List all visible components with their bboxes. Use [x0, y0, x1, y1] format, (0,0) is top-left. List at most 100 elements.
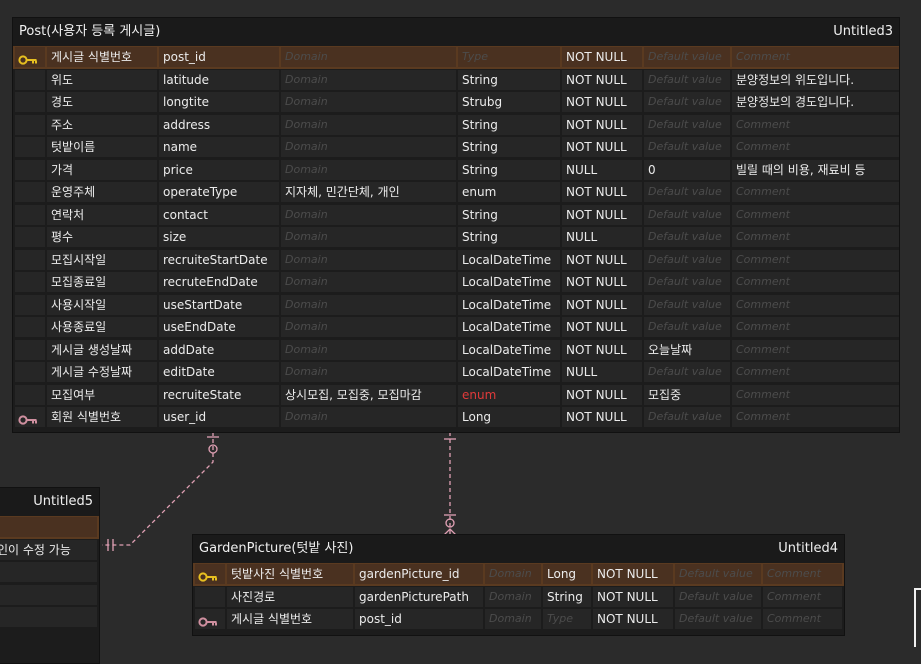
logical-name-cell[interactable]: 게시글 생성날짜	[47, 339, 157, 360]
comment-cell[interactable]: Comment	[732, 407, 899, 427]
logical-name-cell[interactable]: 사용종료일	[47, 317, 157, 337]
comment-cell[interactable]: Comment	[732, 204, 899, 225]
physical-name-cell[interactable]: useEndDate	[159, 317, 279, 337]
type-cell[interactable]: LocalDateTime	[458, 317, 560, 337]
type-cell[interactable]: String	[458, 137, 560, 157]
physical-name-cell[interactable]: address	[159, 114, 279, 135]
comment-cell[interactable]: Comment	[763, 564, 842, 584]
entity-header[interactable]: Post(사용자 등록 게시글) Untitled3	[13, 18, 899, 46]
logical-name-cell[interactable]: 평수	[47, 227, 157, 247]
logical-name-cell[interactable]: 게시글 수정날짜	[47, 362, 157, 382]
domain-cell[interactable]: Domain	[281, 249, 456, 270]
comment-cell[interactable]: Comment	[732, 182, 899, 202]
comment-cell[interactable]: Comment	[732, 272, 899, 292]
type-cell[interactable]: Strubg	[458, 92, 560, 112]
physical-name-cell[interactable]: operateType	[159, 182, 279, 202]
column-row[interactable]	[0, 584, 99, 607]
domain-cell[interactable]: Domain	[485, 586, 541, 607]
column-row[interactable]: 경도 longtite Domain Strubg NOT NULL Default va…	[13, 91, 899, 114]
domain-cell[interactable]: Domain	[281, 137, 456, 157]
physical-name-cell[interactable]: useStartDate	[159, 294, 279, 315]
default-cell[interactable]: Default value	[644, 227, 730, 247]
physical-name-cell[interactable]: size	[159, 227, 279, 247]
logical-name-cell[interactable]: 텃밭이름	[47, 137, 157, 157]
column-row[interactable]: 텃밭사진 식별번호 gardenPicture_id Domain Long NOT N…	[193, 563, 844, 586]
nullable-cell[interactable]: NOT NULL	[562, 114, 642, 135]
column-row[interactable]: 사진경로 gardenPicturePath Domain String NOT NUL…	[193, 586, 844, 609]
domain-cell[interactable]: Domain	[281, 92, 456, 112]
domain-cell[interactable]: Domain	[281, 69, 456, 90]
type-cell[interactable]: enum	[458, 182, 560, 202]
nullable-cell[interactable]: NOT NULL	[562, 294, 642, 315]
domain-cell[interactable]: Domain	[281, 159, 456, 180]
entity-post[interactable]: Post(사용자 등록 게시글) Untitled3 게시글 식별번호 post_…	[12, 17, 900, 433]
physical-name-cell[interactable]: recruiteState	[159, 384, 279, 405]
entity-gardenpicture[interactable]: GardenPicture(텃밭 사진) Untitled4 텃밭사진 식별번호…	[192, 534, 845, 636]
column-row[interactable]: 운영주체 operateType 지자체, 민간단체, 개인 enum NOT NULL…	[13, 181, 899, 204]
default-cell[interactable]: 모집중	[644, 384, 730, 405]
domain-cell[interactable]: Domain	[485, 609, 541, 629]
default-cell[interactable]: Default value	[644, 249, 730, 270]
comment-cell[interactable]	[0, 584, 97, 605]
column-row[interactable]: 사용시작일 useStartDate Domain LocalDateTime NOT …	[13, 294, 899, 317]
type-cell[interactable]: String	[543, 586, 591, 607]
type-cell[interactable]: LocalDateTime	[458, 362, 560, 382]
logical-name-cell[interactable]: 위도	[47, 69, 157, 90]
nullable-cell[interactable]: NOT NULL	[562, 47, 642, 67]
comment-cell[interactable]: Comment	[732, 384, 899, 405]
column-row[interactable]: 텃밭이름 name Domain String NOT NULL Default valu…	[13, 136, 899, 159]
type-cell[interactable]: LocalDateTime	[458, 249, 560, 270]
physical-name-cell[interactable]: user_id	[159, 407, 279, 427]
logical-name-cell[interactable]: 경도	[47, 92, 157, 112]
physical-name-cell[interactable]: price	[159, 159, 279, 180]
default-cell[interactable]: Default value	[644, 69, 730, 90]
domain-cell[interactable]: 지자체, 민간단체, 개인	[281, 182, 456, 202]
comment-cell[interactable]	[0, 562, 97, 582]
physical-name-cell[interactable]: longtite	[159, 92, 279, 112]
column-row[interactable]: 게시글 생성날짜 addDate Domain LocalDateTime NOT NU…	[13, 339, 899, 362]
comment-cell[interactable]	[0, 607, 97, 627]
nullable-cell[interactable]: NULL	[562, 362, 642, 382]
domain-cell[interactable]: Domain	[281, 317, 456, 337]
logical-name-cell[interactable]: 사용시작일	[47, 294, 157, 315]
column-row[interactable]	[0, 606, 99, 629]
logical-name-cell[interactable]: 모집종료일	[47, 272, 157, 292]
type-cell[interactable]: enum	[458, 384, 560, 405]
type-cell[interactable]: LocalDateTime	[458, 339, 560, 360]
comment-cell[interactable]: Comment	[763, 609, 842, 629]
domain-cell[interactable]: Domain	[281, 204, 456, 225]
column-row[interactable]: 게시글 식별번호 post_id Domain Type NOT NULL Default…	[13, 46, 899, 69]
domain-cell[interactable]: Domain	[281, 227, 456, 247]
nullable-cell[interactable]: NOT NULL	[593, 564, 673, 584]
default-cell[interactable]: Default value	[644, 204, 730, 225]
nullable-cell[interactable]: NOT NULL	[593, 586, 673, 607]
nullable-cell[interactable]: NULL	[562, 227, 642, 247]
column-row[interactable]: 회원 식별번호 user_id Domain Long NOT NULL Default …	[13, 406, 899, 429]
nullable-cell[interactable]: NOT NULL	[562, 407, 642, 427]
physical-name-cell[interactable]: editDate	[159, 362, 279, 382]
nullable-cell[interactable]: NULL	[562, 159, 642, 180]
domain-cell[interactable]: Domain	[281, 47, 456, 67]
type-cell[interactable]: String	[458, 227, 560, 247]
comment-cell[interactable]: Comment	[763, 586, 842, 607]
column-row[interactable]	[0, 516, 99, 539]
logical-name-cell[interactable]: 텃밭사진 식별번호	[227, 564, 353, 584]
comment-cell[interactable]: Comment	[732, 339, 899, 360]
column-row[interactable]: 연락처 contact Domain String NOT NULL Default va…	[13, 204, 899, 227]
domain-cell[interactable]: 상시모집, 모집중, 모집마감	[281, 384, 456, 405]
physical-name-cell[interactable]: recruteEndDate	[159, 272, 279, 292]
domain-cell[interactable]: Domain	[281, 114, 456, 135]
comment-cell[interactable]: Comment	[732, 362, 899, 382]
column-row[interactable]: 게시글 식별번호 post_id Domain Type NOT NULL Default…	[193, 608, 844, 631]
column-row[interactable]: 위도 latitude Domain String NOT NULL Default va…	[13, 69, 899, 92]
column-row[interactable]: 모집시작일 recruiteStartDate Domain LocalDateTim…	[13, 249, 899, 272]
logical-name-cell[interactable]: 운영주체	[47, 182, 157, 202]
comment-cell[interactable]	[0, 517, 97, 537]
nullable-cell[interactable]: NOT NULL	[562, 182, 642, 202]
type-cell[interactable]: String	[458, 204, 560, 225]
column-row[interactable]	[0, 561, 99, 584]
type-cell[interactable]: LocalDateTime	[458, 272, 560, 292]
column-row[interactable]: 가격 price Domain String NULL 0 빌릴 때의 비용, 재료비 등	[13, 159, 899, 182]
type-cell[interactable]: Type	[458, 47, 560, 67]
logical-name-cell[interactable]: 모집여부	[47, 384, 157, 405]
